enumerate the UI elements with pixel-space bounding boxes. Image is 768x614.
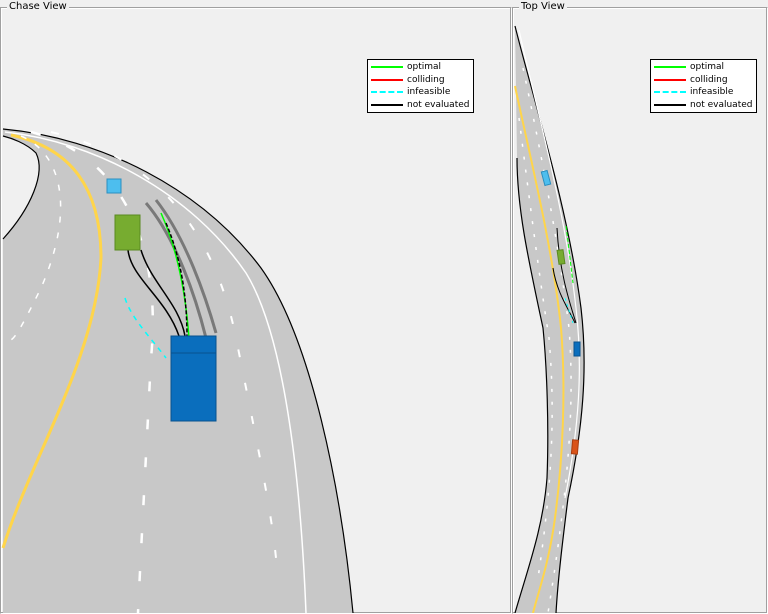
legend-label: colliding bbox=[690, 74, 728, 85]
lead-vehicle bbox=[114, 214, 141, 251]
legend-label: colliding bbox=[407, 74, 445, 85]
legend-label: not evaluated bbox=[690, 99, 753, 110]
legend-item-optimal: optimal bbox=[654, 61, 752, 74]
ego-vehicle bbox=[170, 335, 217, 422]
legend-label: optimal bbox=[407, 62, 442, 72]
legend-item-optimal: optimal bbox=[371, 61, 469, 74]
legend-item-infeasible: infeasible bbox=[654, 86, 752, 99]
legend-label: infeasible bbox=[690, 87, 734, 97]
chase-view-panel: Chase View optimal colliding infeasible … bbox=[0, 1, 512, 614]
legend-swatch bbox=[371, 78, 403, 81]
legend-swatch bbox=[654, 91, 686, 94]
ego-vehicle bbox=[573, 341, 581, 357]
legend-item-not-evaluated: not evaluated bbox=[371, 99, 469, 112]
legend-swatch bbox=[654, 103, 686, 106]
far-vehicle bbox=[106, 178, 122, 194]
legend-swatch bbox=[371, 103, 403, 106]
legend-swatch bbox=[654, 78, 686, 81]
legend-label: infeasible bbox=[407, 87, 451, 97]
chase-view-legend: optimal colliding infeasible not evaluat… bbox=[367, 59, 475, 113]
legend-swatch bbox=[371, 66, 403, 69]
top-view-panel: Top View optimal colliding infeasible no… bbox=[512, 1, 768, 614]
lead-vehicle bbox=[556, 249, 566, 265]
top-view-legend: optimal colliding infeasible not evaluat… bbox=[650, 59, 758, 113]
legend-swatch bbox=[371, 91, 403, 94]
legend-swatch bbox=[654, 66, 686, 69]
legend-item-colliding: colliding bbox=[654, 74, 752, 87]
legend-item-infeasible: infeasible bbox=[371, 86, 469, 99]
legend-item-colliding: colliding bbox=[371, 74, 469, 87]
legend-label: not evaluated bbox=[407, 99, 470, 110]
legend-item-not-evaluated: not evaluated bbox=[654, 99, 752, 112]
legend-label: optimal bbox=[690, 62, 725, 72]
rear-vehicle bbox=[570, 439, 580, 455]
